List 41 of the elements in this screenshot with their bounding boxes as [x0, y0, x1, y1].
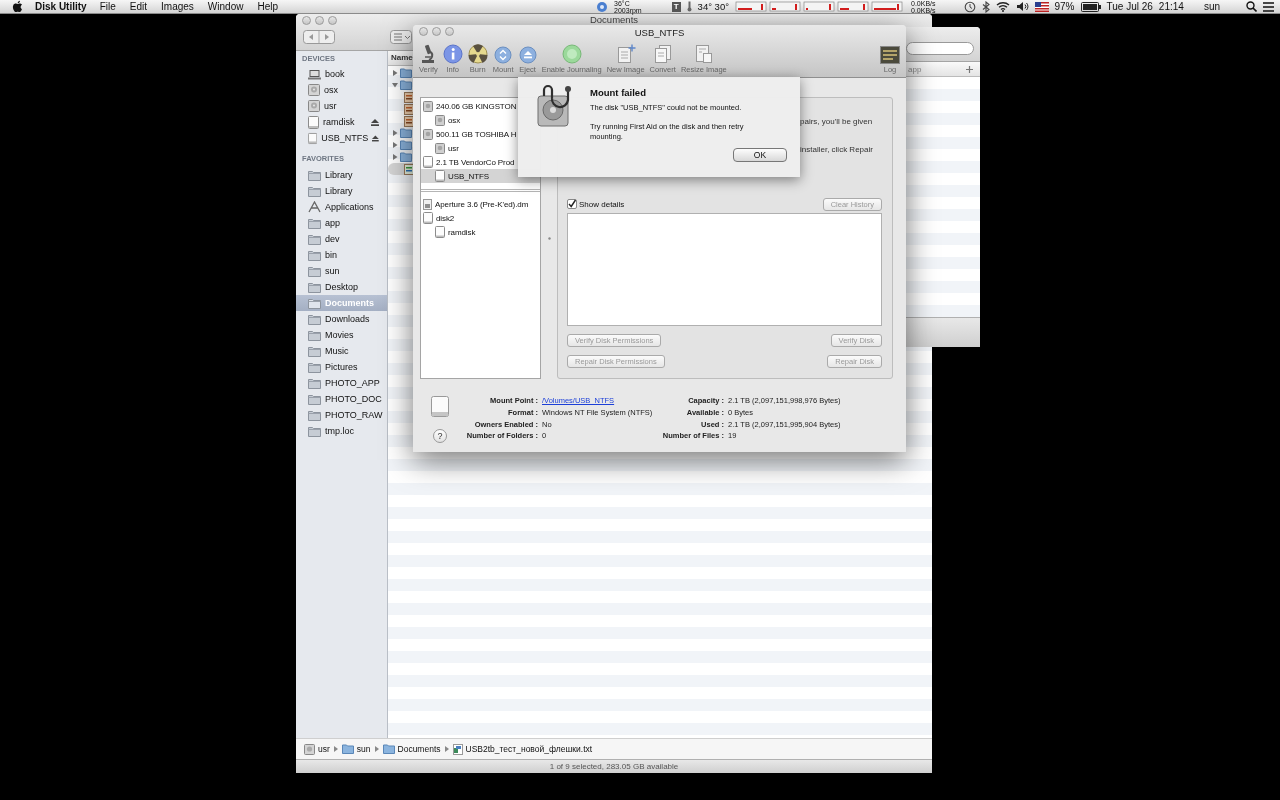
disk-name: ramdisk: [448, 227, 476, 237]
help-text: installer, click Repair: [800, 145, 873, 155]
sidebar-item-label: ramdisk: [323, 117, 355, 127]
disk-name: disk2: [436, 213, 455, 223]
window-title: USB_NTFS: [634, 27, 685, 38]
sidebar-item-label: PHOTO_DOC: [325, 394, 382, 404]
path-label: sun: [356, 744, 371, 754]
disk-name: 240.06 GB KINGSTON: [436, 101, 517, 111]
path-label: Documents: [397, 744, 441, 754]
sidebar-item-label: Library: [325, 186, 353, 196]
sidebar-item-label: usr: [324, 101, 337, 111]
sidebar-item-label: bin: [325, 250, 337, 260]
sidebar-item-label: Library: [325, 170, 353, 180]
sidebar-item-label: Applications: [325, 202, 374, 212]
disk-name: 2.1 TB VendorCo Prod: [436, 157, 515, 167]
sidebar-item-label: sun: [325, 266, 340, 276]
disk-name: usr: [448, 143, 459, 153]
sidebar-item-label: Pictures: [325, 362, 358, 372]
help-text: pairs, you'll be given: [800, 117, 873, 127]
window-title: Documents: [589, 14, 639, 25]
sidebar-item-label: USB_NTFS: [321, 133, 369, 143]
sidebar-item-label: app: [325, 218, 341, 228]
sidebar-item-label: osx: [324, 85, 338, 95]
sidebar-item-label: Music: [325, 346, 349, 356]
sidebar-item-label: PHOTO_RAW: [325, 410, 383, 420]
path-label: USB2tb_тест_новой_флешки.txt: [465, 744, 593, 754]
disk-name: 500.11 GB TOSHIBA H: [436, 129, 517, 139]
path-label: usr: [318, 744, 330, 754]
sidebar-item-label: Desktop: [325, 282, 359, 292]
status-text: 1 of 9 selected, 283.05 GB available: [549, 762, 679, 771]
sidebar-item-label: Downloads: [325, 314, 370, 324]
disk-name: osx: [448, 115, 461, 125]
sidebar-item-label: Movies: [325, 330, 354, 340]
sidebar-item-label: book: [325, 69, 345, 79]
disk-name: Aperture 3.6 (Pre-K'ed).dm: [435, 199, 529, 209]
sidebar-item-label: tmp.loc: [325, 426, 354, 436]
sidebar-item-label: dev: [325, 234, 340, 244]
sidebar-item-label: PHOTO_APP: [325, 378, 380, 388]
alert-title: Mount failed: [590, 87, 647, 99]
disk-name: USB_NTFS: [448, 171, 489, 181]
sidebar-item-label: Documents: [325, 298, 374, 308]
